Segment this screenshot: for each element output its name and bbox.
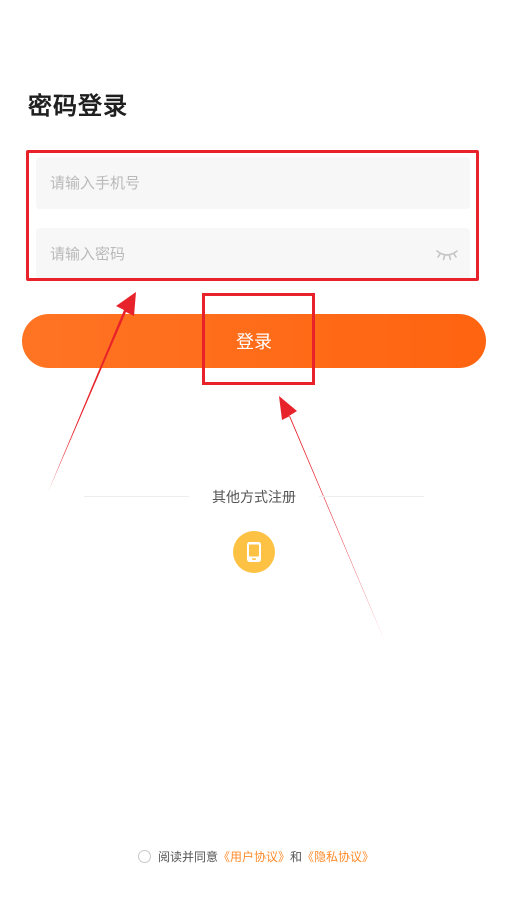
agreement-prefix: 阅读并同意 (157, 850, 218, 864)
password-input[interactable] (50, 228, 420, 280)
agreement-checkbox[interactable] (137, 850, 151, 863)
page-title: 密码登录 (28, 92, 128, 120)
divider-line-right (319, 496, 424, 497)
phone-icon (247, 542, 261, 562)
login-button[interactable]: 登录 (22, 314, 486, 368)
password-input-row[interactable] (36, 228, 470, 280)
phone-register-button[interactable] (233, 531, 275, 573)
phone-input-row[interactable] (36, 157, 470, 209)
annotation-arrows (48, 292, 386, 644)
user-agreement-link[interactable]: 《用户协议》 (218, 850, 290, 864)
other-methods-divider: 其他方式注册 (84, 482, 424, 510)
agreement-conjunction: 和 (290, 850, 303, 864)
other-methods-label: 其他方式注册 (212, 490, 296, 506)
agreement-row: 阅读并同意《用户协议》和《隐私协议》 (0, 848, 512, 865)
annotation-arrow-right (279, 396, 386, 644)
phone-input[interactable] (50, 157, 420, 209)
eye-closed-icon[interactable] (434, 242, 460, 266)
privacy-policy-link[interactable]: 《隐私协议》 (302, 850, 374, 864)
